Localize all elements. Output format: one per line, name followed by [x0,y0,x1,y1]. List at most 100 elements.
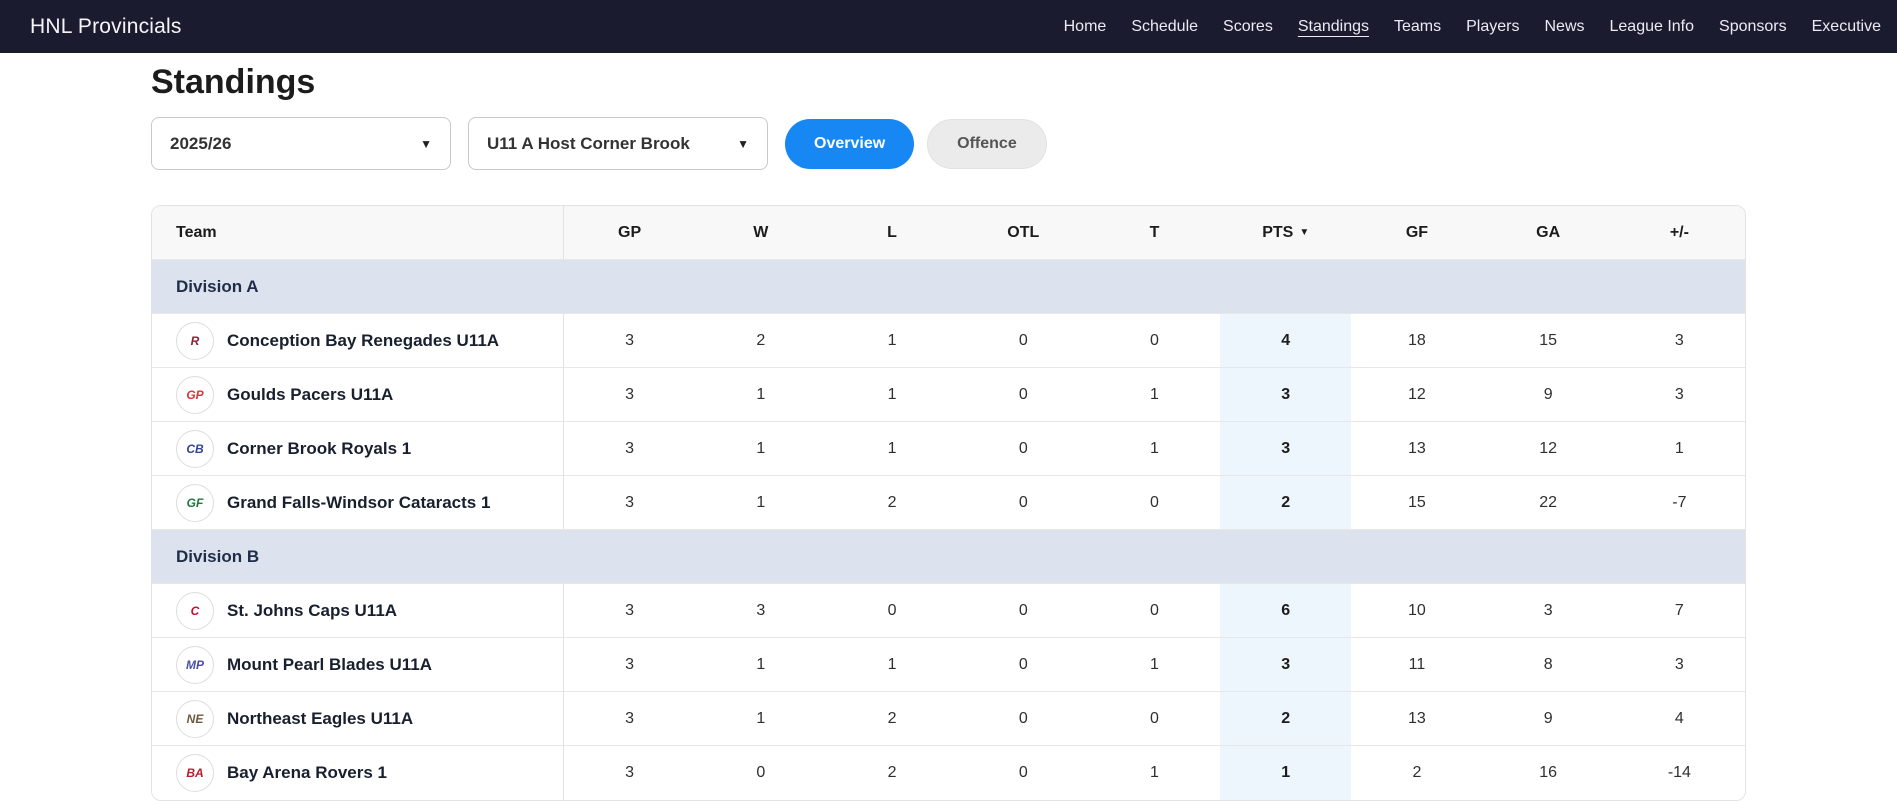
team-logo: GF [176,483,214,522]
tab-offence[interactable]: Offence [927,118,1047,169]
stat-ga: 16 [1539,764,1558,781]
stat-pts: 2 [1220,692,1352,745]
stat-l: 2 [887,493,897,511]
stat-gp: 3 [625,601,635,619]
nav-item-news[interactable]: News [1544,18,1584,36]
main-content: Standings 2025/26 ▼ U11 A Host Corner Br… [151,63,1746,801]
column-header-label: +/- [1669,223,1689,241]
column-header-ga[interactable]: GA [1483,206,1614,259]
team-cell: GF Grand Falls-Windsor Cataracts 1 [152,476,564,529]
page-title: Standings [151,63,316,101]
stat-pts: 3 [1220,422,1352,475]
team-name: Northeast Eagles U11A [227,708,414,728]
column-header-w[interactable]: W [695,206,826,259]
column-header-pts[interactable]: PTS ▼ [1220,206,1351,259]
column-header-gp[interactable]: GP [564,206,695,259]
stat-l: 0 [887,601,897,619]
brand[interactable]: HNL Provincials [30,15,182,39]
division-select-value: U11 A Host Corner Brook [487,133,690,153]
nav-item-scores[interactable]: Scores [1223,18,1273,36]
team-cell: C St. Johns Caps U11A [152,584,564,637]
stat-t: 1 [1150,439,1159,457]
team-logo: NE [176,699,214,738]
team-logo: CB [176,429,214,468]
stat-l: 2 [887,709,897,727]
nav-item-home[interactable]: Home [1064,18,1107,36]
stat-w: 2 [756,331,766,349]
stat-t: 1 [1150,764,1159,781]
division-name: Division B [176,546,260,566]
stat-otl: 0 [1018,709,1028,727]
column-header-label: PTS [1262,223,1294,241]
column-header-label: L [887,223,897,241]
stat-pts: 2 [1220,476,1352,529]
stat-gf: 13 [1408,709,1426,727]
standings-row-grand-falls-windsor-cataracts-1[interactable]: GF Grand Falls-Windsor Cataracts 1 3 1 2 0 0 2 1… [152,476,1745,530]
stat-l: 2 [887,764,897,781]
division-name: Division A [176,276,259,296]
team-name: Conception Bay Renegades U11A [227,330,500,350]
column-header-l[interactable]: L [826,206,957,259]
tab-overview[interactable]: Overview [785,118,915,169]
stat-gp: 3 [625,331,635,349]
column-header-label: Team [176,223,217,241]
stat-gf: 18 [1408,331,1426,349]
nav-item-standings[interactable]: Standings [1298,18,1369,36]
stat-diff: 3 [1674,385,1684,403]
stat-gp: 3 [625,439,635,457]
stat-otl: 0 [1018,764,1028,781]
team-name: Goulds Pacers U11A [227,384,394,404]
standings-row-bay-arena-rovers-1[interactable]: BA Bay Arena Rovers 1 3 0 2 0 1 1 2 16 -14 [152,746,1745,800]
column-header-team[interactable]: Team [152,206,564,259]
stat-gp: 3 [625,709,635,727]
nav-item-league-info[interactable]: League Info [1610,18,1695,36]
stat-w: 1 [756,385,766,403]
nav-item-teams[interactable]: Teams [1394,18,1441,36]
stat-w: 1 [756,655,766,673]
stat-pts: 6 [1220,584,1352,637]
standings-row-corner-brook-royals-1[interactable]: CB Corner Brook Royals 1 3 1 1 0 1 3 13 12 1 [152,422,1745,476]
nav-item-sponsors[interactable]: Sponsors [1719,18,1787,36]
column-header-t[interactable]: T [1089,206,1220,259]
season-select[interactable]: 2025/26 ▼ [151,117,451,170]
stat-pts: 3 [1220,638,1352,691]
division-header-division-a: Division A [152,260,1745,314]
column-header-label: GP [618,223,642,241]
column-header-otl[interactable]: OTL [958,206,1089,259]
stat-pts: 4 [1220,314,1352,367]
column-header-label: W [753,223,769,241]
stat-t: 1 [1150,385,1159,403]
stat-w: 1 [756,709,766,727]
stat-ga: 3 [1543,601,1553,619]
filter-row: 2025/26 ▼ U11 A Host Corner Brook ▼ Over… [151,117,1746,170]
stat-t: 0 [1150,709,1159,727]
standings-row-mount-pearl-blades-u11a[interactable]: MP Mount Pearl Blades U11A 3 1 1 0 1 3 11 8 3 [152,638,1745,692]
stat-ga: 22 [1539,493,1558,511]
nav-item-players[interactable]: Players [1466,18,1519,36]
standings-row-st-johns-caps-u11a[interactable]: C St. Johns Caps U11A 3 3 0 0 0 6 10 3 7 [152,584,1745,638]
stat-w: 1 [756,439,766,457]
stat-diff: 3 [1674,655,1684,673]
standings-row-goulds-pacers-u11a[interactable]: GP Goulds Pacers U11A 3 1 1 0 1 3 12 9 3 [152,368,1745,422]
stat-otl: 0 [1018,493,1028,511]
column-header-label: GA [1536,223,1561,241]
stat-diff: 1 [1674,439,1684,457]
stat-gf: 15 [1408,493,1426,511]
standings-row-northeast-eagles-u11a[interactable]: NE Northeast Eagles U11A 3 1 2 0 0 2 13 9 4 [152,692,1745,746]
stat-gp: 3 [625,764,635,781]
nav-item-executive[interactable]: Executive [1812,18,1881,36]
team-logo: GP [176,375,214,414]
division-select[interactable]: U11 A Host Corner Brook ▼ [468,117,768,170]
standings-table: Team GP W L OTL T PTS ▼ GF GA +/- Division A R Concep… [151,205,1746,801]
column-header-gf[interactable]: GF [1351,206,1482,259]
team-logo: C [176,591,214,630]
nav-item-schedule[interactable]: Schedule [1131,18,1198,36]
stat-l: 1 [887,331,897,349]
stat-diff: -7 [1672,493,1687,511]
stat-l: 1 [887,385,897,403]
team-cell: CB Corner Brook Royals 1 [152,422,564,475]
team-name: Corner Brook Royals 1 [227,438,412,458]
standings-row-conception-bay-renegades-u11a[interactable]: R Conception Bay Renegades U11A 3 2 1 0 0 4 18 15… [152,314,1745,368]
stat-gf: 10 [1408,601,1426,619]
column-header-diff[interactable]: +/- [1614,206,1745,259]
